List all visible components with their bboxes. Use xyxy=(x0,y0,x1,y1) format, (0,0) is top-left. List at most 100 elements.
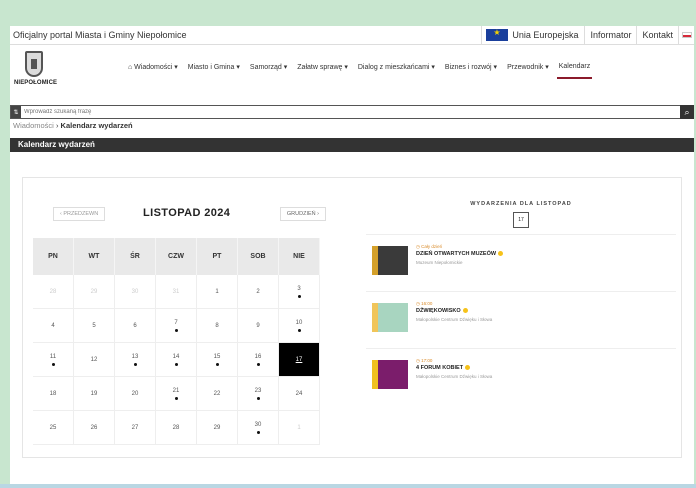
nav-miasto-i-gmina[interactable]: Miasto i Gmina ▾ xyxy=(188,63,240,71)
event-dot-icon xyxy=(297,328,301,332)
calendar-day[interactable]: 28 xyxy=(156,411,197,445)
event-time: ◷ 17:00 xyxy=(416,358,433,363)
nav-kalendarz[interactable]: Kalendarz xyxy=(556,63,592,79)
calendar-day[interactable]: 11 xyxy=(33,343,74,377)
weekday-header: NIE xyxy=(279,238,320,275)
page-title: Kalendarz wydarzeń xyxy=(10,138,694,152)
day-number: 4 xyxy=(51,322,55,329)
calendar-day[interactable]: 14 xyxy=(156,343,197,377)
day-number: 5 xyxy=(92,322,96,329)
calendar-day[interactable]: 2 xyxy=(238,275,279,309)
events-panel: WYDARZENIA DLA LISTOPAD 17 ◷ Cały dzień D… xyxy=(366,201,676,406)
event-thumbnail[interactable] xyxy=(372,246,408,275)
day-number: 13 xyxy=(131,353,139,360)
event-place: Małopolskie Centrum Dźwięku i Słowa xyxy=(416,374,493,379)
eu-flag-icon xyxy=(486,28,509,41)
divider xyxy=(366,348,676,349)
day-number: 28 xyxy=(49,288,57,295)
logo[interactable]: NIEPOŁOMICE xyxy=(14,51,57,86)
calendar-day[interactable]: 22 xyxy=(197,377,238,411)
weekday-header: SOB xyxy=(238,238,279,275)
event-item[interactable]: ◷ Cały dzień DZIEŃ OTWARTYCH MUZEÓW Muzeum… xyxy=(366,240,676,292)
search-input[interactable] xyxy=(21,106,680,118)
day-number: 17 xyxy=(295,356,303,363)
calendar-day[interactable]: 27 xyxy=(115,411,156,445)
calendar-day[interactable]: 15 xyxy=(197,343,238,377)
event-title[interactable]: DZIEŃ OTWARTYCH MUZEÓW xyxy=(416,251,504,257)
calendar-day[interactable]: 10 xyxy=(279,309,320,343)
event-dot-icon xyxy=(297,294,301,298)
calendar-day[interactable]: 16 xyxy=(238,343,279,377)
calendar-day[interactable]: 30 xyxy=(115,275,156,309)
weekday-header: ŚR xyxy=(115,238,156,275)
search-type-icon[interactable]: ⇅ xyxy=(11,106,21,118)
nav-samorzad[interactable]: Samorząd ▾ xyxy=(250,63,287,71)
day-number: 21 xyxy=(172,387,180,394)
day-number: 31 xyxy=(172,288,180,295)
search-icon[interactable]: ⌕ xyxy=(680,105,694,119)
day-number: 11 xyxy=(49,353,57,360)
calendar-day[interactable]: 9 xyxy=(238,309,279,343)
calendar-day[interactable]: 19 xyxy=(74,377,115,411)
event-item[interactable]: ◷ 17:00 4 FORUM KOBIET Małopolskie Centrum… xyxy=(366,354,676,406)
events-title: WYDARZENIA DLA LISTOPAD xyxy=(470,201,572,207)
day-number: 9 xyxy=(256,322,260,329)
calendar-day[interactable]: 8 xyxy=(197,309,238,343)
calendar-day[interactable]: 24 xyxy=(279,377,320,411)
calendar-header: ‹ PRZEDZEWN LISTOPAD 2024 GRUDZIEŃ › xyxy=(51,203,331,227)
breadcrumb-wiadomosci[interactable]: Wiadomości xyxy=(13,121,54,130)
calendar-day[interactable]: 25 xyxy=(33,411,74,445)
nav-dialog[interactable]: Dialog z mieszkańcami ▾ xyxy=(358,63,435,71)
calendar-day[interactable]: 21 xyxy=(156,377,197,411)
event-title[interactable]: 4 FORUM KOBIET xyxy=(416,365,471,371)
calendar-day[interactable]: 13 xyxy=(115,343,156,377)
calendar-day[interactable]: 7 xyxy=(156,309,197,343)
calendar-day[interactable]: 3 xyxy=(279,275,320,309)
calendar-day[interactable]: 6 xyxy=(115,309,156,343)
calendar-day[interactable]: 30 xyxy=(238,411,279,445)
portal-title: Oficjalny portal Miasta i Gminy Niepołom… xyxy=(13,30,187,40)
nav-wiadomosci[interactable]: ⌂ Wiadomości ▾ xyxy=(128,63,178,71)
calendar-day[interactable]: 1 xyxy=(197,275,238,309)
event-item[interactable]: ◷ 16:00 DŹWIĘKOWISKO Małopolskie Centrum D… xyxy=(366,297,676,349)
month-label: LISTOPAD 2024 xyxy=(143,207,231,219)
calendar-day[interactable]: 29 xyxy=(74,275,115,309)
calendar-day[interactable]: 18 xyxy=(33,377,74,411)
day-number: 23 xyxy=(254,387,262,394)
prev-month-button[interactable]: ‹ PRZEDZEWN xyxy=(53,207,106,221)
nav-zalatw-sprawe[interactable]: Załatw sprawę ▾ xyxy=(297,63,348,71)
eu-label: Unia Europejska xyxy=(512,30,579,40)
calendar-day[interactable]: 4 xyxy=(33,309,74,343)
calendar-day[interactable]: 28 xyxy=(33,275,74,309)
calendar-day[interactable]: 31 xyxy=(156,275,197,309)
nav-biznes[interactable]: Biznes i rozwój ▾ xyxy=(445,63,497,71)
event-time: ◷ Cały dzień xyxy=(416,244,443,249)
day-number: 7 xyxy=(174,319,178,326)
weekday-header: WT xyxy=(74,238,115,275)
calendar-day[interactable]: 20 xyxy=(115,377,156,411)
day-number: 29 xyxy=(213,424,221,431)
calendar-day[interactable]: 26 xyxy=(74,411,115,445)
informator-link[interactable]: Informator xyxy=(584,26,636,45)
event-title[interactable]: DŹWIĘKOWISKO xyxy=(416,308,468,314)
search-bar: ⇅ ⌕ xyxy=(10,105,694,119)
calendar-day[interactable]: 23 xyxy=(238,377,279,411)
nav-przewodnik[interactable]: Przewodnik ▾ xyxy=(507,63,549,71)
calendar-day[interactable]: 29 xyxy=(197,411,238,445)
event-dot-icon xyxy=(133,362,137,366)
day-number: 30 xyxy=(254,421,262,428)
event-dot-icon xyxy=(215,362,219,366)
divider xyxy=(366,291,676,292)
event-dot-icon xyxy=(51,362,55,366)
calendar-day[interactable]: 1 xyxy=(279,411,320,445)
calendar-day-selected[interactable]: 17 xyxy=(279,343,320,377)
next-month-button[interactable]: GRUDZIEŃ › xyxy=(279,207,326,221)
calendar-day[interactable]: 12 xyxy=(74,343,115,377)
eu-link[interactable]: Unia Europejska xyxy=(481,26,584,45)
event-thumbnail[interactable] xyxy=(372,360,408,389)
calendar-day[interactable]: 5 xyxy=(74,309,115,343)
event-thumbnail[interactable] xyxy=(372,303,408,332)
kontakt-link[interactable]: Kontakt xyxy=(636,26,678,45)
language-flag-icon[interactable] xyxy=(678,26,694,45)
event-dot-icon xyxy=(174,362,178,366)
